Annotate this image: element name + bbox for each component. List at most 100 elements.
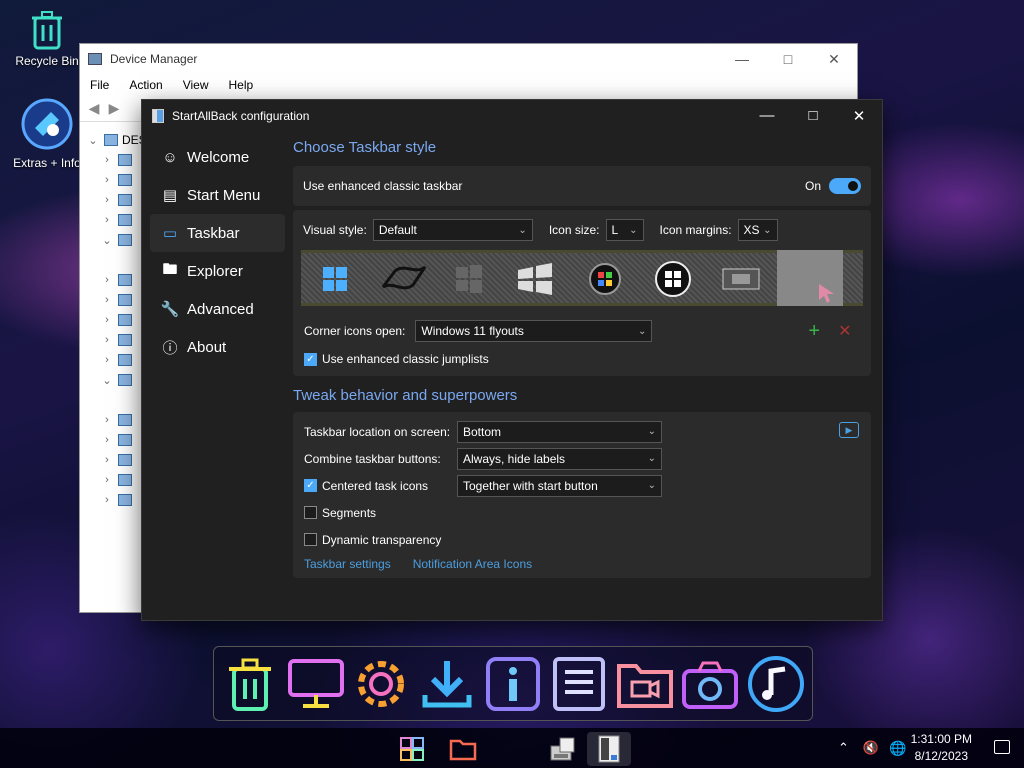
device-manager-taskbar-button[interactable] <box>546 732 580 766</box>
sidebar-item-label: Advanced <box>187 300 254 318</box>
desktop-icon-label: Extras + Info <box>13 156 81 170</box>
desktop-icon-recycle-bin[interactable]: Recycle Bin <box>7 10 87 68</box>
notification-area-icons-link[interactable]: Notification Area Icons <box>413 557 532 571</box>
dock-recycle-bin-icon[interactable] <box>220 654 280 714</box>
chevron-right-icon: › <box>105 154 109 166</box>
clock-date: 8/12/2023 <box>914 749 968 763</box>
dynamic-transparency-checkbox[interactable] <box>304 533 317 546</box>
tree-item[interactable]: › <box>100 210 147 230</box>
visual-style-select[interactable]: Default ⌄ <box>372 219 533 241</box>
dock-video-folder-icon[interactable] <box>615 654 675 714</box>
dock-camera-icon[interactable] <box>680 654 740 714</box>
tree-item[interactable]: › <box>100 410 147 430</box>
sidebar-item-advanced[interactable]: 🔧 Advanced <box>150 290 285 328</box>
startallback-taskbar-button[interactable] <box>587 732 631 766</box>
tree-item[interactable]: › <box>100 190 147 210</box>
globe-icon[interactable]: 🌐 <box>889 740 906 757</box>
file-explorer-button[interactable] <box>446 732 480 766</box>
menu-file[interactable]: File <box>90 78 109 92</box>
chevron-down-icon: ⌄ <box>638 325 647 337</box>
notification-icon[interactable] <box>994 740 1010 754</box>
win-flag-black-option[interactable] <box>377 261 431 297</box>
tree-item[interactable]: › <box>100 450 147 470</box>
custom-orb-slot[interactable] <box>777 250 843 306</box>
jumplists-checkbox[interactable]: ✓ <box>304 352 317 366</box>
tree-item[interactable]: › <box>100 470 147 490</box>
chevron-right-icon: › <box>105 174 109 186</box>
forward-icon[interactable]: ▶ <box>104 100 124 118</box>
tree-item[interactable] <box>100 250 147 270</box>
dock-info-icon[interactable] <box>483 654 543 714</box>
remove-icon[interactable]: ✕ <box>838 321 851 341</box>
device-icon <box>118 334 132 346</box>
device-tree: ⌄ DES › › › › ⌄ › › › › › ⌄ › › › › › <box>86 130 147 510</box>
tree-item[interactable]: › <box>100 350 147 370</box>
win-flag-white-option[interactable] <box>515 261 555 297</box>
taskbar-clock[interactable]: 1:31:00 PM 8/12/2023 <box>911 731 972 765</box>
taskbar-settings-link[interactable]: Taskbar settings <box>304 557 391 571</box>
location-select[interactable]: Bottom ⌄ <box>457 420 662 443</box>
tree-item[interactable]: › <box>100 430 147 450</box>
chevron-right-icon: › <box>105 214 109 226</box>
chevron-up-icon[interactable]: ⌃ <box>838 740 849 756</box>
centered-icons-checkbox[interactable]: ✓ <box>304 479 317 492</box>
dock-music-icon[interactable] <box>746 654 806 714</box>
add-icon[interactable]: + <box>808 320 820 343</box>
maximize-button[interactable]: □ <box>765 44 811 74</box>
desktop-icon-extras-info[interactable]: Extras + Info <box>7 96 87 170</box>
win7-orb-option[interactable] <box>653 261 693 297</box>
play-video-icon[interactable]: ▶ <box>839 422 859 438</box>
sidebar-item-taskbar[interactable]: ▭ Taskbar <box>150 214 285 252</box>
maximize-button[interactable]: □ <box>790 100 836 131</box>
menu-help[interactable]: Help <box>229 78 254 92</box>
centered-icons-select[interactable]: Together with start button ⌄ <box>457 474 662 497</box>
sidebar-item-welcome[interactable]: ☺ Welcome <box>150 138 285 176</box>
minimize-button[interactable]: — <box>719 44 765 74</box>
back-icon[interactable]: ◀ <box>84 100 104 118</box>
corner-icons-select[interactable]: Windows 11 flyouts ⌄ <box>415 320 653 342</box>
tree-item[interactable]: ⌄ <box>100 230 147 250</box>
close-button[interactable]: ✕ <box>836 100 882 131</box>
win-flag-gray-option[interactable] <box>449 261 489 297</box>
speaker-muted-icon[interactable]: 🔇 <box>863 740 879 756</box>
chevron-right-icon: › <box>105 354 109 366</box>
tree-item[interactable]: › <box>100 270 147 290</box>
taskbar-settings-panel: Choose Taskbar style Use enhanced classi… <box>293 132 871 582</box>
visual-style-value: Default <box>378 223 417 237</box>
dynamic-transparency-label: Dynamic transparency <box>322 532 442 547</box>
tree-item[interactable]: ⌄ <box>100 370 147 390</box>
tree-item[interactable] <box>100 390 147 410</box>
enhanced-taskbar-toggle[interactable] <box>829 178 861 194</box>
sidebar-item-explorer[interactable]: 🖿 Explorer <box>150 252 285 290</box>
icon-margins-select[interactable]: XS ⌄ <box>737 219 778 241</box>
sidebar-item-about[interactable]: ⓘ About <box>150 328 285 366</box>
device-icon <box>118 354 132 366</box>
vista-orb-option[interactable] <box>585 261 625 297</box>
tree-item[interactable]: › <box>100 290 147 310</box>
minimize-button[interactable]: — <box>744 100 790 131</box>
xp-button-option[interactable] <box>721 261 761 297</box>
icon-size-select[interactable]: L ⌄ <box>605 219 644 241</box>
win11-logo-option[interactable] <box>315 261 355 297</box>
tree-item[interactable]: › <box>100 150 147 170</box>
tree-item[interactable]: › <box>100 310 147 330</box>
tree-root[interactable]: ⌄ DES <box>86 130 146 150</box>
tree-item[interactable]: › <box>100 170 147 190</box>
location-label: Taskbar location on screen: <box>304 424 451 439</box>
dock-settings-gear-icon[interactable] <box>351 654 411 714</box>
dock-download-icon[interactable] <box>417 654 477 714</box>
dock-monitor-icon[interactable] <box>286 654 346 714</box>
dock-document-list-icon[interactable] <box>549 654 609 714</box>
startallback-window[interactable]: StartAllBack configuration — □ ✕ ☺ Welco… <box>141 99 883 621</box>
start-button[interactable] <box>395 732 429 766</box>
close-button[interactable]: ✕ <box>811 44 857 74</box>
sidebar-item-start-menu[interactable]: ▤ Start Menu <box>150 176 285 214</box>
chevron-down-icon: ⌄ <box>518 224 527 236</box>
device-icon <box>118 174 132 186</box>
combine-select[interactable]: Always, hide labels ⌄ <box>457 447 662 470</box>
tree-item[interactable]: › <box>100 490 147 510</box>
menu-view[interactable]: View <box>183 78 209 92</box>
menu-action[interactable]: Action <box>129 78 162 92</box>
segments-checkbox[interactable] <box>304 506 317 519</box>
tree-item[interactable]: › <box>100 330 147 350</box>
